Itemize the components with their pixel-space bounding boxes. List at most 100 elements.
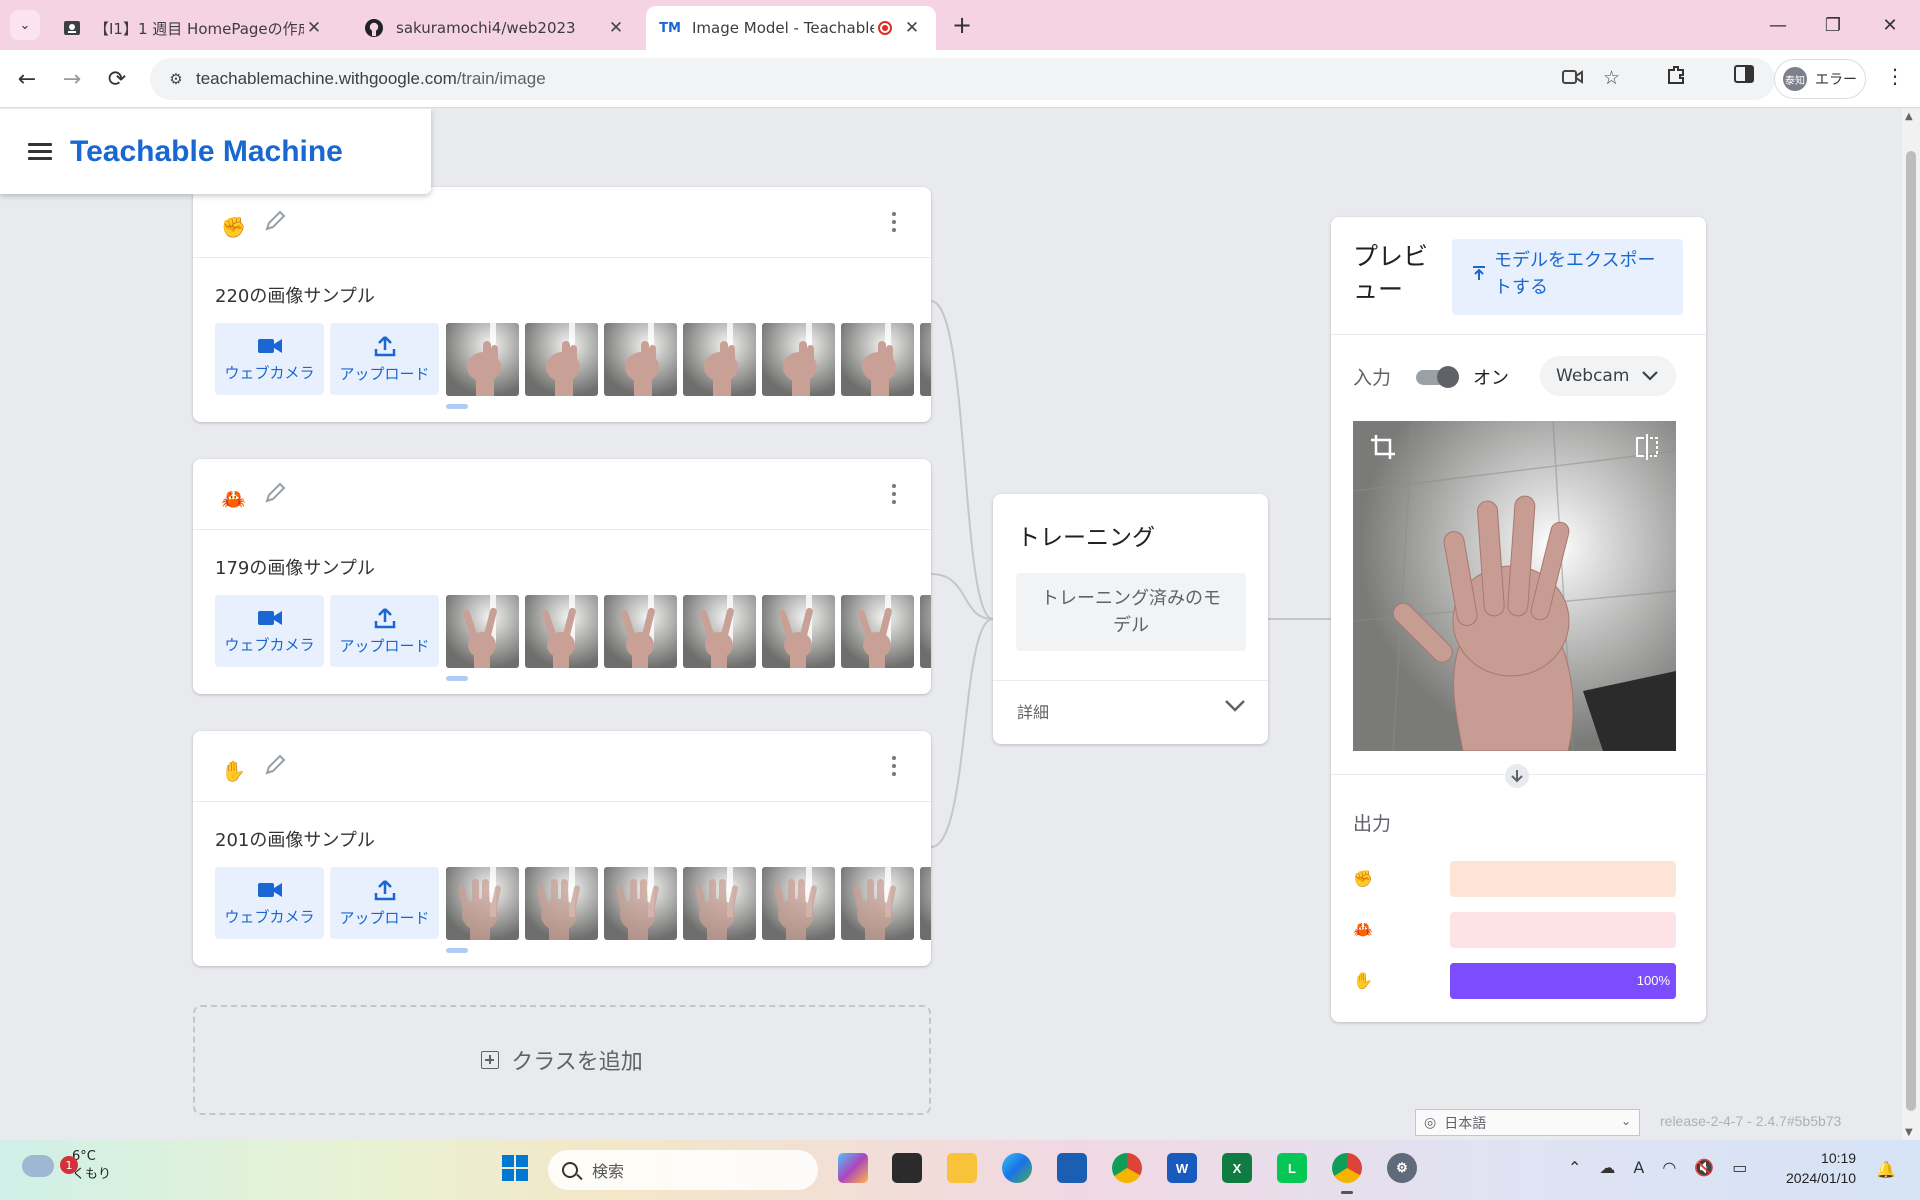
webcam-button[interactable]: ウェブカメラ: [215, 595, 324, 667]
side-panel-icon[interactable]: [1734, 64, 1754, 89]
sample-thumbnail[interactable]: [604, 867, 677, 940]
line-icon[interactable]: L: [1277, 1153, 1307, 1183]
sample-thumbnail[interactable]: [604, 595, 677, 668]
upload-button[interactable]: アップロード: [330, 867, 439, 939]
ime-icon[interactable]: A: [1633, 1158, 1644, 1177]
sample-thumbnails[interactable]: [446, 323, 931, 396]
profile-button[interactable]: 泰知 エラー: [1774, 59, 1866, 99]
sample-thumbnails[interactable]: [446, 867, 931, 940]
sample-thumbnail[interactable]: [446, 323, 519, 396]
sample-thumbnail[interactable]: [683, 323, 756, 396]
tab-github[interactable]: sakuramochi4/web2023 ✕: [350, 6, 640, 50]
add-class-button[interactable]: クラスを追加: [193, 1005, 931, 1115]
close-tab-icon[interactable]: ✕: [606, 18, 626, 38]
sample-thumbnail[interactable]: [841, 867, 914, 940]
input-toggle[interactable]: [1414, 365, 1460, 389]
taskbar-search[interactable]: 検索: [548, 1150, 818, 1190]
thumbnail-scrollbar[interactable]: [446, 948, 468, 953]
sample-thumbnail[interactable]: [762, 323, 835, 396]
thumbnail-scrollbar[interactable]: [446, 404, 468, 409]
sample-thumbnail[interactable]: [841, 595, 914, 668]
extensions-icon[interactable]: [1665, 64, 1687, 91]
word-icon[interactable]: W: [1167, 1153, 1197, 1183]
address-bar[interactable]: ⚙ teachablemachine.withgoogle.com/train/…: [150, 58, 1775, 100]
sample-thumbnail[interactable]: [920, 595, 931, 668]
back-button[interactable]: ←: [10, 62, 44, 96]
class-name[interactable]: ✊: [221, 215, 246, 239]
restore-button[interactable]: ❐: [1813, 8, 1853, 42]
new-tab-button[interactable]: +: [947, 10, 977, 40]
upload-button[interactable]: アップロード: [330, 323, 439, 395]
sample-thumbnail[interactable]: [683, 867, 756, 940]
app-title[interactable]: Teachable Machine: [70, 135, 343, 169]
tab-teachable-machine[interactable]: TM Image Model - Teachable M ✕: [646, 6, 936, 50]
chrome-icon[interactable]: [1112, 1153, 1142, 1183]
bookmark-star-icon[interactable]: ☆: [1603, 67, 1620, 89]
class-options-icon[interactable]: [891, 484, 897, 508]
train-model-button[interactable]: トレーニング済みのモデル: [1016, 573, 1246, 651]
wifi-icon[interactable]: ◠: [1662, 1158, 1676, 1177]
tab-classroom[interactable]: 【I1】1 週目 HomePageの作成 ✕: [48, 6, 338, 50]
sample-thumbnails[interactable]: [446, 595, 931, 668]
chevron-down-icon[interactable]: [1224, 699, 1246, 713]
battery-icon[interactable]: ▭: [1732, 1158, 1747, 1177]
class-name[interactable]: ✋: [221, 759, 246, 783]
sample-thumbnail[interactable]: [762, 595, 835, 668]
sample-thumbnail[interactable]: [446, 595, 519, 668]
page-scrollbar[interactable]: ▲ ▼: [1902, 109, 1920, 1140]
hamburger-menu-icon[interactable]: [28, 139, 52, 164]
chrome-menu-icon[interactable]: ⋮: [1885, 64, 1905, 88]
webcam-button[interactable]: ウェブカメラ: [215, 867, 324, 939]
edit-pencil-icon[interactable]: [261, 207, 289, 235]
notification-bell-icon[interactable]: 🔔: [1876, 1160, 1896, 1179]
close-window-button[interactable]: ✕: [1870, 8, 1910, 42]
scroll-thumb[interactable]: [1906, 151, 1916, 1111]
chevron-up-icon[interactable]: ⌃: [1568, 1158, 1581, 1177]
tab-search-button[interactable]: ⌄: [10, 10, 40, 40]
url-text[interactable]: teachablemachine.withgoogle.com/train/im…: [196, 69, 546, 89]
sample-thumbnail[interactable]: [525, 595, 598, 668]
camera-in-use-icon[interactable]: [1562, 67, 1584, 92]
volume-muted-icon[interactable]: 🔇: [1694, 1158, 1714, 1177]
forward-button[interactable]: →: [55, 62, 89, 96]
chrome-profile-icon[interactable]: [1332, 1153, 1362, 1194]
file-explorer-icon[interactable]: [947, 1153, 977, 1183]
store-icon[interactable]: [1057, 1153, 1087, 1183]
sample-thumbnail[interactable]: [762, 867, 835, 940]
sample-thumbnail[interactable]: [683, 595, 756, 668]
sample-thumbnail[interactable]: [920, 867, 931, 940]
crop-icon[interactable]: [1369, 433, 1397, 461]
edit-pencil-icon[interactable]: [261, 479, 289, 507]
class-name[interactable]: 🦀: [221, 487, 246, 511]
excel-icon[interactable]: X: [1222, 1153, 1252, 1183]
task-view-icon[interactable]: [892, 1153, 922, 1183]
sample-thumbnail[interactable]: [525, 867, 598, 940]
copilot-icon[interactable]: [838, 1153, 868, 1183]
webcam-button[interactable]: ウェブカメラ: [215, 323, 324, 395]
thumbnail-scrollbar[interactable]: [446, 676, 468, 681]
weather-widget[interactable]: 1 6°C くもり: [22, 1148, 111, 1183]
clock[interactable]: 10:19 2024/01/10: [1786, 1148, 1856, 1189]
onedrive-icon[interactable]: ☁: [1599, 1158, 1615, 1177]
class-options-icon[interactable]: [891, 212, 897, 236]
sample-thumbnail[interactable]: [446, 867, 519, 940]
edge-icon[interactable]: [1002, 1153, 1032, 1183]
settings-icon[interactable]: ⚙: [1387, 1153, 1417, 1183]
reload-button[interactable]: ⟳: [100, 62, 134, 96]
class-options-icon[interactable]: [891, 756, 897, 780]
scroll-down-icon[interactable]: ▼: [1905, 1127, 1913, 1138]
export-model-button[interactable]: モデルをエクスポートする: [1452, 239, 1683, 315]
edit-pencil-icon[interactable]: [261, 751, 289, 779]
flip-camera-icon[interactable]: [1634, 433, 1660, 461]
language-select[interactable]: ◎ 日本語 ⌄: [1415, 1109, 1640, 1136]
sample-thumbnail[interactable]: [920, 323, 931, 396]
close-tab-icon[interactable]: ✕: [304, 18, 324, 38]
sample-thumbnail[interactable]: [841, 323, 914, 396]
scroll-up-icon[interactable]: ▲: [1905, 111, 1913, 122]
advanced-toggle[interactable]: 詳細: [1017, 699, 1049, 723]
sample-thumbnail[interactable]: [604, 323, 677, 396]
input-source-select[interactable]: Webcam: [1540, 356, 1676, 396]
windows-start-icon[interactable]: [500, 1153, 530, 1183]
upload-button[interactable]: アップロード: [330, 595, 439, 667]
sample-thumbnail[interactable]: [525, 323, 598, 396]
